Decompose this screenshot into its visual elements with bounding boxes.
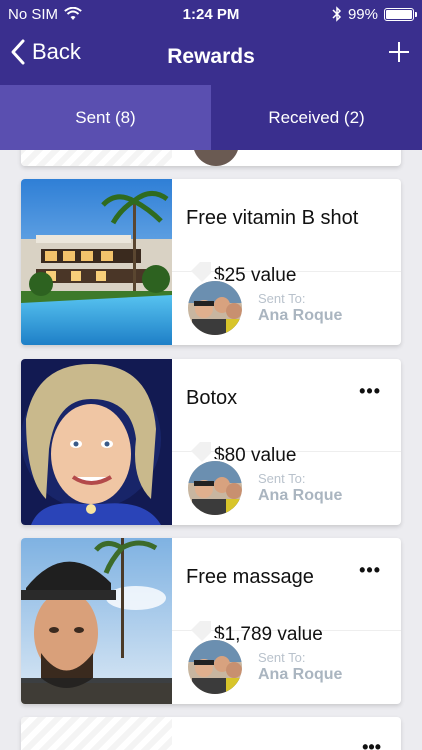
tab-sent[interactable]: Sent (8) <box>0 85 211 150</box>
reward-image <box>21 538 172 704</box>
nav-bar: Back Rewards <box>0 28 422 85</box>
reward-name: Free vitamin B shot <box>186 207 359 229</box>
back-button[interactable]: Back <box>10 38 81 66</box>
reward-card[interactable]: Free vitamin B shot $25 value Sent To: A… <box>21 179 401 345</box>
battery-percent: 99% <box>347 5 378 23</box>
reward-card[interactable]: Botox ••• $80 value Sent To: Ana Roque <box>21 359 401 525</box>
sent-to-label: Sent To: <box>258 650 306 665</box>
reward-name: Botox <box>186 387 238 409</box>
reward-card-partial[interactable] <box>21 150 401 166</box>
reward-image <box>21 359 172 525</box>
avatar <box>186 638 244 696</box>
sent-to-label: Sent To: <box>258 291 306 306</box>
sent-to-label: Sent To: <box>258 471 306 486</box>
avatar <box>186 459 244 517</box>
recipient-name: Ana Roque <box>258 487 343 504</box>
more-options-icon[interactable]: ••• <box>359 560 381 581</box>
carrier-label: No SIM <box>8 5 59 23</box>
recipient-name: Ana Roque <box>258 666 343 683</box>
bluetooth-icon <box>332 6 342 22</box>
reward-card[interactable]: Free massage ••• $1,789 value Sent To: A… <box>21 538 401 704</box>
tab-received[interactable]: Received (2) <box>211 85 422 150</box>
status-left: No SIM <box>8 6 158 23</box>
avatar <box>193 150 239 166</box>
avatar <box>186 279 244 337</box>
reward-image-partial <box>21 150 172 166</box>
status-right: 99% <box>264 5 417 23</box>
reward-name: Free massage <box>186 566 314 588</box>
tab-received-label: Received (2) <box>268 107 365 127</box>
wifi-icon <box>64 7 82 20</box>
battery-level <box>386 9 412 19</box>
status-bar: No SIM 1:24 PM 99% <box>0 0 422 28</box>
tab-sent-label: Sent (8) <box>75 107 136 127</box>
clock: 1:24 PM <box>182 5 240 23</box>
chevron-left-icon <box>11 39 25 65</box>
add-icon[interactable] <box>388 41 410 63</box>
more-options-icon[interactable]: ••• <box>359 381 381 402</box>
reward-image-partial <box>21 717 172 750</box>
tab-bar: Sent (8) Received (2) <box>0 85 422 150</box>
back-label: Back <box>32 39 81 64</box>
battery-icon <box>384 7 417 21</box>
more-options-icon[interactable]: ••• <box>362 737 381 750</box>
rewards-list[interactable]: Free vitamin B shot $25 value Sent To: A… <box>0 150 422 750</box>
recipient-name: Ana Roque <box>258 307 343 324</box>
reward-card-partial[interactable]: ••• <box>21 717 401 750</box>
reward-image <box>21 179 172 345</box>
